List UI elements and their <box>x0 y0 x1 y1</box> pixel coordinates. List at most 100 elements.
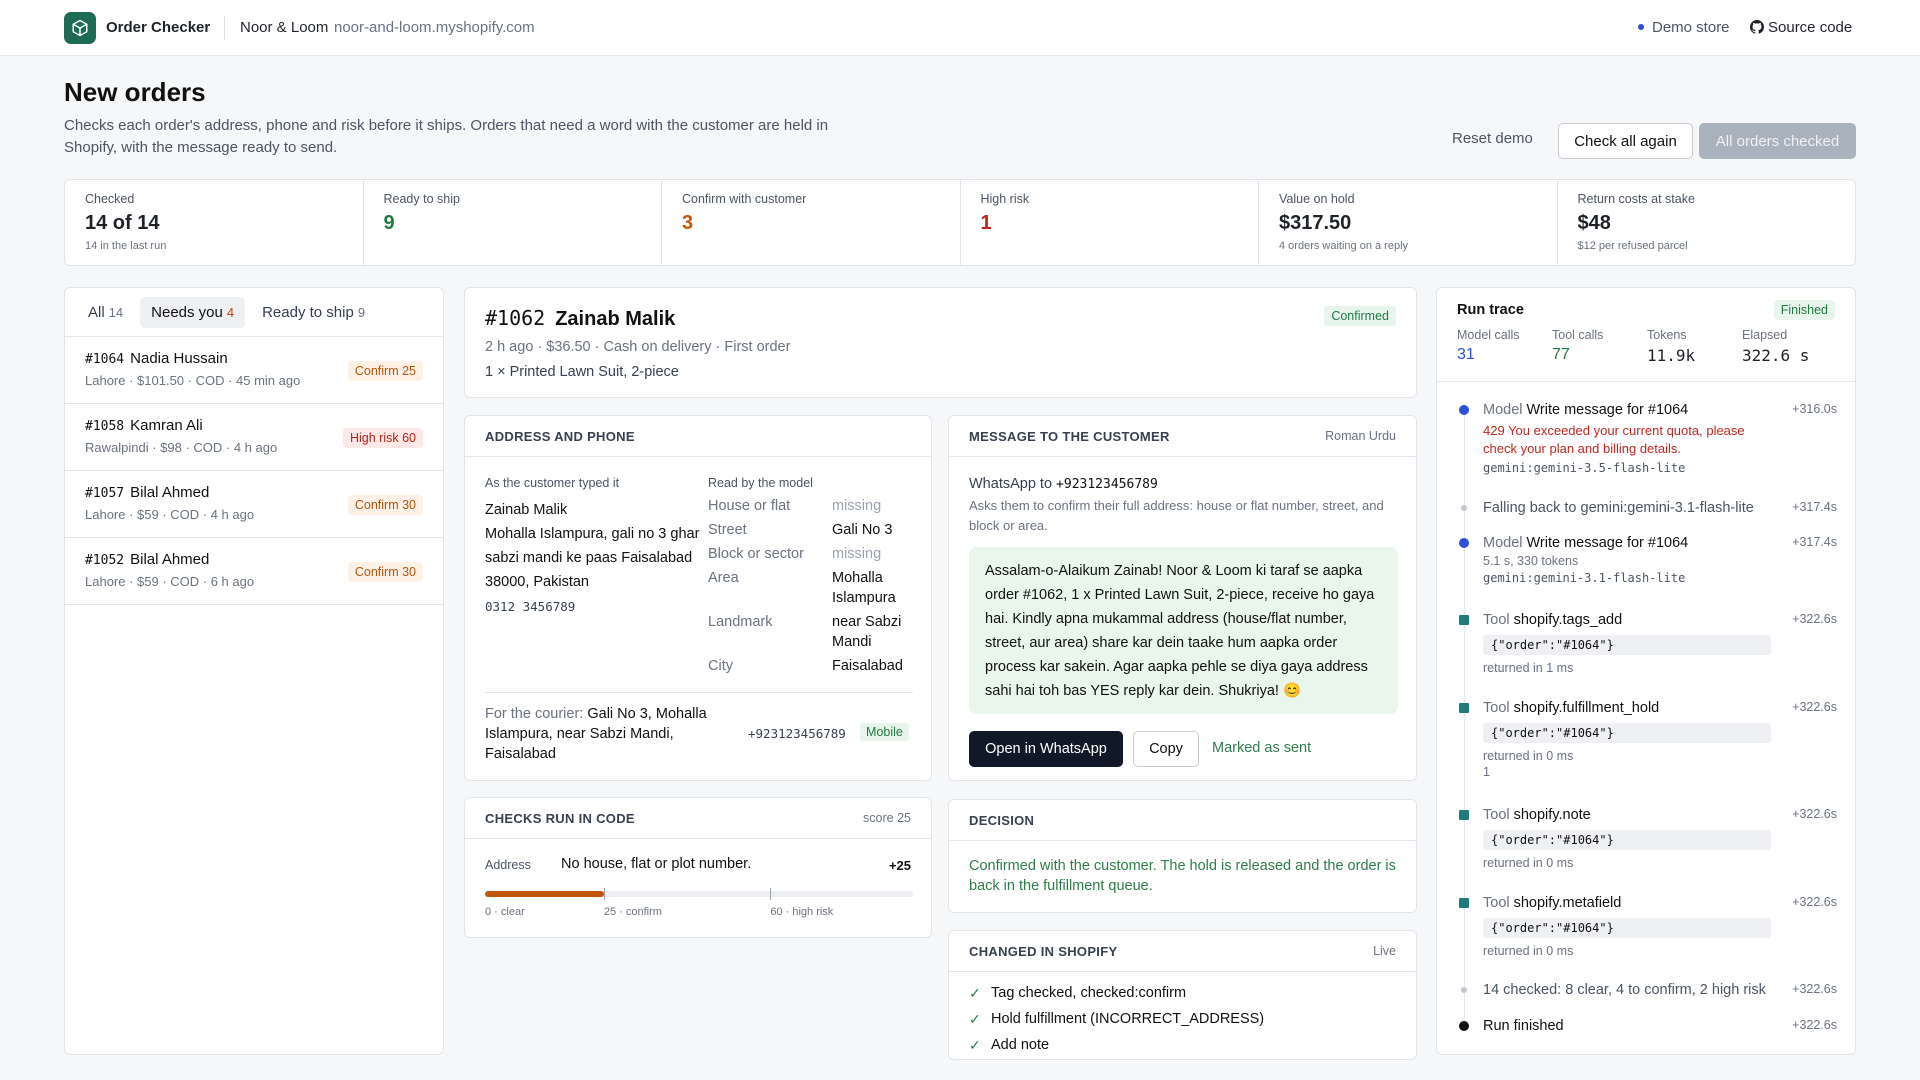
check-label: Address <box>485 858 531 872</box>
field-key: Street <box>708 522 747 538</box>
score-bar-fill <box>485 891 604 897</box>
tab-label: Ready to ship <box>262 303 354 321</box>
divider <box>485 692 913 693</box>
field-key: Block or sector <box>708 546 804 562</box>
section-title: CHANGED IN SHOPIFY <box>969 943 1118 959</box>
status-badge: Confirm 25 <box>347 361 423 381</box>
stat-value: 14 of 14 <box>85 212 160 234</box>
field-row: City Faisalabad <box>708 656 918 676</box>
event-error: 429 You exceeded your current quota, ple… <box>1483 423 1745 456</box>
customer-name: Nadia Hussain <box>130 350 228 367</box>
changed-in-shopify-panel: CHANGED IN SHOPIFY Live ✓ Tag checked, che… <box>948 930 1417 1060</box>
tab-label: Needs you <box>151 303 223 321</box>
demo-store-indicator: Demo store <box>1638 19 1730 36</box>
trace-event[interactable]: Model Write message for #1064 5.1 s, 330 … <box>1457 534 1837 585</box>
trace-event[interactable]: 14 checked: 8 clear, 4 to confirm, 2 hig… <box>1457 981 1837 999</box>
courier-label: For the courier: <box>485 706 584 722</box>
tab-count: 9 <box>357 304 366 320</box>
order-list-item[interactable]: #1064 Nadia Hussain Lahore · $101.50 · CO… <box>65 337 443 404</box>
check-icon: ✓ <box>969 984 981 1001</box>
app-logo[interactable] <box>64 12 96 44</box>
trace-stats: Model calls 31 Tool calls 77 Tokens 11.9k E… <box>1457 328 1837 365</box>
customer-name: Bilal Ahmed <box>130 484 210 501</box>
stat-label: Return costs at stake <box>1577 192 1695 206</box>
section-header: DECISION <box>949 800 1416 841</box>
all-orders-checked-button[interactable]: All orders checked <box>1699 123 1856 159</box>
change-text: Tag checked, checked:confirm <box>991 985 1187 1001</box>
open-whatsapp-button[interactable]: Open in WhatsApp <box>969 731 1123 767</box>
check-all-again-button[interactable]: Check all again <box>1558 123 1693 159</box>
event-title: Falling back to gemini:gemini-3.1-flash-… <box>1483 500 1754 516</box>
event-extra: 1 <box>1483 765 1490 779</box>
event-returned: returned in 1 ms <box>1483 661 1574 675</box>
change-item: ✓ Hold fulfillment (INCORRECT_ADDRESS) <box>969 1006 1416 1032</box>
stats-bar: Checked 14 of 14 14 in the last run Ready … <box>64 179 1856 266</box>
checks-panel: CHECKS RUN IN CODE score 25 Address No ho… <box>464 797 932 938</box>
order-list-item[interactable]: #1057 Bilal Ahmed Lahore · $59 · COD · 4 … <box>65 471 443 538</box>
field-key: City <box>708 658 733 674</box>
order-id: #1052 <box>85 553 125 568</box>
event-model: gemini:gemini-3.1-flash-lite <box>1483 571 1686 585</box>
field-value: Faisalabad <box>832 658 903 674</box>
field-value: near Sabzi Mandi <box>832 614 902 650</box>
event-title: Run finished <box>1483 1018 1564 1034</box>
top-bar: Order Checker Noor & Loom noor-and-loom.… <box>0 0 1920 56</box>
trace-stat-label: Tool calls <box>1552 328 1604 342</box>
trace-event[interactable]: Model Write message for #1064 429 You exc… <box>1457 401 1837 475</box>
customer-name: Bilal Ahmed <box>130 551 210 568</box>
event-title: shopify.metafield <box>1513 895 1622 911</box>
stat-high-risk: High risk 1 <box>961 180 1259 265</box>
field-value: missing <box>832 498 882 514</box>
order-list-item[interactable]: #1058 Kamran Ali Rawalpindi · $98 · COD ·… <box>65 404 443 471</box>
tab-needs-you[interactable]: Needs you 4 <box>140 296 246 328</box>
stat-label: Checked <box>85 192 135 206</box>
trace-title: Run trace <box>1457 302 1524 318</box>
app-name: Order Checker <box>106 19 211 36</box>
section-header: ADDRESS AND PHONE <box>465 416 931 457</box>
score-bar <box>485 891 913 897</box>
order-list-item[interactable]: #1052 Bilal Ahmed Lahore · $59 · COD · 6 … <box>65 538 443 605</box>
whatsapp-recipient: WhatsApp to +923123456789 <box>969 476 1158 492</box>
stat-label: High risk <box>980 192 1030 206</box>
event-title: Write message for #1064 <box>1526 535 1689 551</box>
trace-event[interactable]: Run finished +322.6s <box>1457 1017 1837 1035</box>
model-dot-icon <box>1459 405 1469 415</box>
event-time: +322.6s <box>1792 982 1837 996</box>
copy-button[interactable]: Copy <box>1133 731 1199 767</box>
courier-address: For the courier: Gali No 3, Mohalla Isla… <box>485 704 725 764</box>
typed-phone: 0312 3456789 <box>485 599 576 614</box>
event-args: {"order":"#1064"} <box>1483 723 1771 743</box>
parsed-address-fields: House or flat missing Street Gali No 3 Blo… <box>708 496 918 680</box>
trace-event[interactable]: Falling back to gemini:gemini-3.1-flash-… <box>1457 499 1837 517</box>
trace-event[interactable]: Tool shopify.note {"order":"#1064"} retur… <box>1457 806 1837 870</box>
event-time: +322.6s <box>1792 1018 1837 1032</box>
check-text: No house, flat or plot number. <box>561 856 752 872</box>
field-key: Area <box>708 570 739 586</box>
change-text: Add note <box>991 1037 1050 1053</box>
field-value: Gali No 3 <box>832 522 893 538</box>
message-description: Asks them to confirm their full address:… <box>969 498 1384 533</box>
order-id: #1058 <box>85 419 125 434</box>
section-title: DECISION <box>969 812 1035 828</box>
trace-stat-model-calls: Model calls 31 <box>1457 328 1552 365</box>
trace-stat-label: Model calls <box>1457 328 1520 342</box>
stat-ready-to-ship: Ready to ship 9 <box>364 180 662 265</box>
reset-demo-button[interactable]: Reset demo <box>1452 130 1533 147</box>
event-args: {"order":"#1064"} <box>1483 635 1771 655</box>
trace-stat-value: 11.9k <box>1647 346 1696 365</box>
order-detail-header: #1062 Zainab Malik 2 h ago · $36.50 · Cas… <box>464 287 1417 398</box>
order-id: #1062 <box>485 306 546 330</box>
change-text: Hold fulfillment (INCORRECT_ADDRESS) <box>991 1011 1265 1027</box>
trace-event[interactable]: Tool shopify.fulfillment_hold {"order":"#… <box>1457 699 1837 779</box>
model-dot-icon <box>1459 538 1469 548</box>
trace-event[interactable]: Tool shopify.tags_add {"order":"#1064"} r… <box>1457 611 1837 675</box>
event-kind: Tool <box>1483 700 1510 716</box>
tab-all[interactable]: All 14 <box>77 297 134 328</box>
field-row: Area Mohalla Islampura <box>708 568 918 608</box>
whatsapp-to-label: WhatsApp to <box>969 476 1053 492</box>
stat-value-on-hold: Value on hold $317.50 4 orders waiting on … <box>1259 180 1558 265</box>
tab-ready-to-ship[interactable]: Ready to ship 9 <box>251 297 376 328</box>
trace-event[interactable]: Tool shopify.metafield {"order":"#1064"} … <box>1457 894 1837 958</box>
run-trace-panel: Run trace Finished Model calls 31 Tool ca… <box>1436 287 1856 1055</box>
source-code-link[interactable]: Source code <box>1750 19 1852 36</box>
